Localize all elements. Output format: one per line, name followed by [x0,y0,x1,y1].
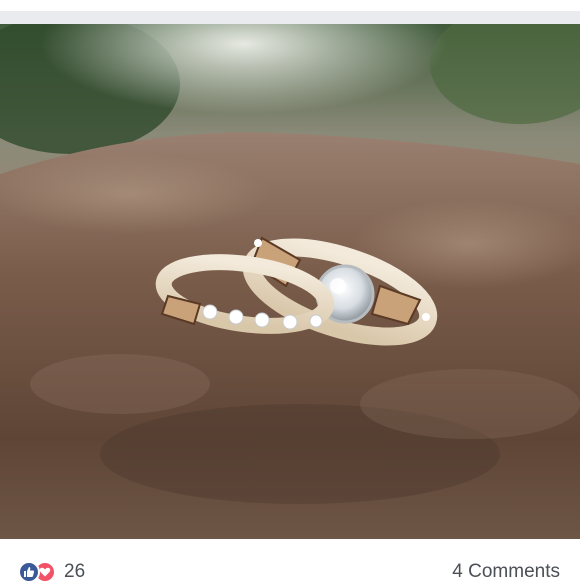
top-bar [0,0,580,11]
post-footer: 26 4 Comments [0,539,580,583]
post-photo[interactable] [0,24,580,539]
top-divider-strip [0,11,580,24]
ring-photo-illustration [0,24,580,539]
